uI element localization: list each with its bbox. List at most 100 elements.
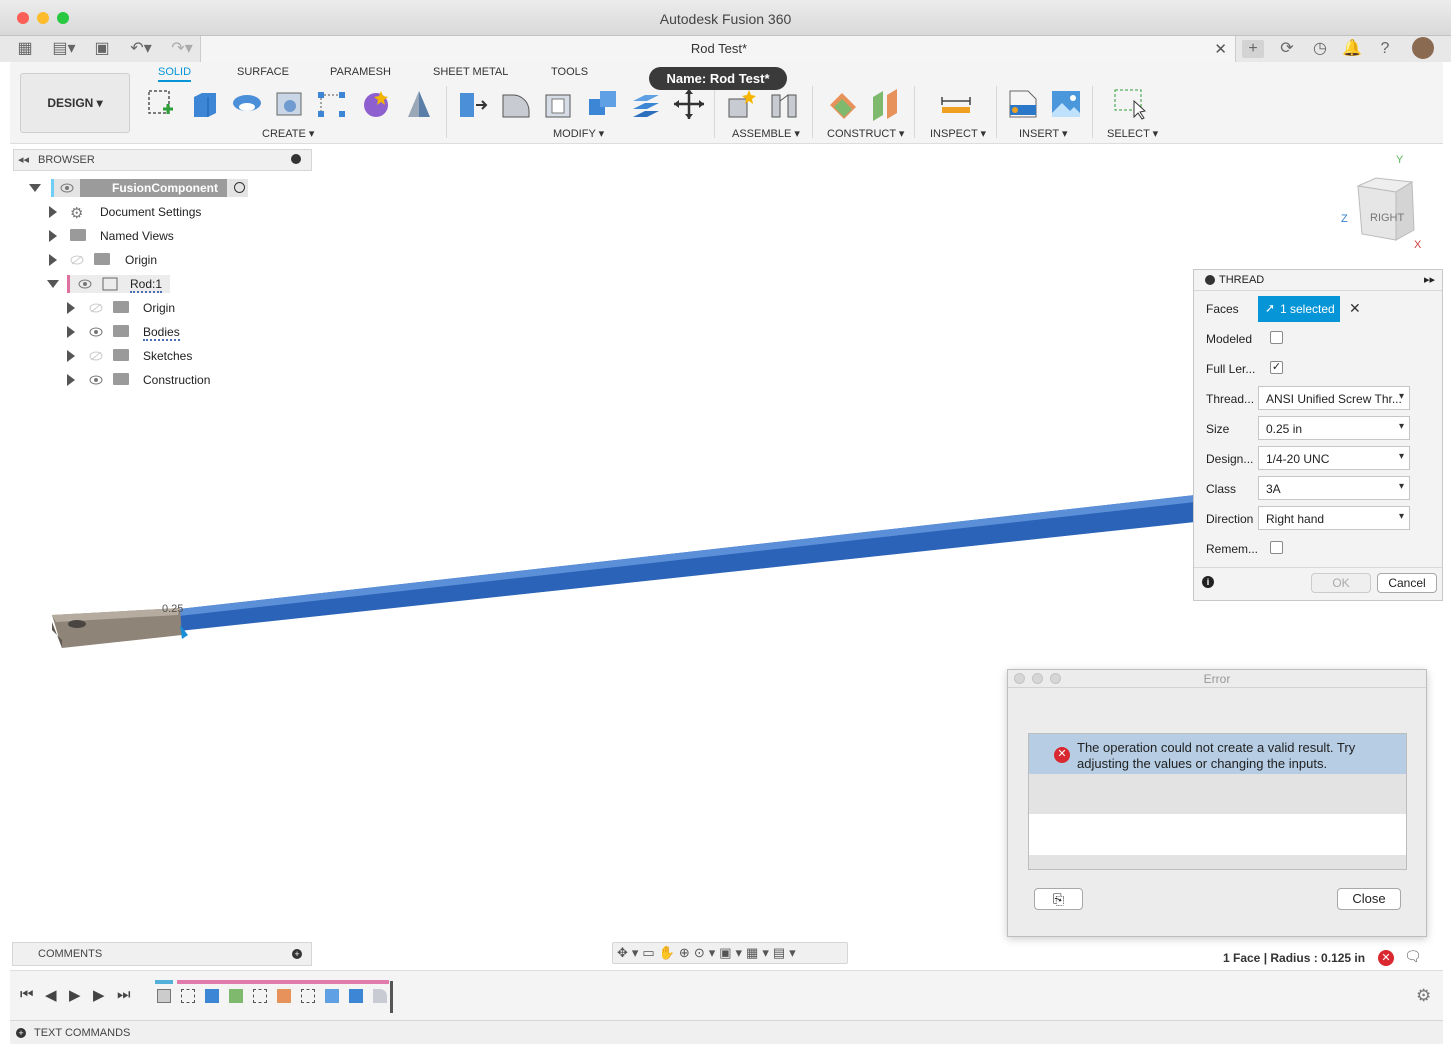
avatar[interactable] bbox=[1412, 37, 1434, 59]
mirror-icon[interactable] bbox=[402, 87, 436, 121]
shell-icon[interactable] bbox=[542, 87, 576, 121]
visibility-eye-icon[interactable] bbox=[89, 375, 103, 385]
expand-dialog-icon[interactable]: ▸▸ bbox=[1424, 273, 1435, 286]
document-tab[interactable]: Rod Test* ✕ bbox=[200, 36, 1236, 62]
extrude-icon[interactable] bbox=[188, 87, 222, 121]
modify-group-label[interactable]: MODIFY ▾ bbox=[553, 127, 604, 140]
activate-component-icon[interactable] bbox=[234, 182, 245, 193]
timeline-feature-icon[interactable] bbox=[157, 989, 171, 1003]
thread-dialog-header[interactable]: THREAD ▸▸ bbox=[1194, 270, 1442, 291]
fit-icon[interactable]: ⊙▾ bbox=[694, 945, 719, 960]
joint-icon[interactable] bbox=[768, 87, 802, 121]
collapse-browser-icon[interactable]: ◂◂ bbox=[18, 153, 29, 166]
assemble-group-label[interactable]: ASSEMBLE ▾ bbox=[732, 127, 800, 140]
timeline-feature-icon[interactable] bbox=[373, 989, 387, 1003]
window-select-icon[interactable] bbox=[1112, 87, 1146, 121]
viewcube[interactable]: RIGHT bbox=[1356, 176, 1416, 242]
tab-paramesh[interactable]: PARAMESH bbox=[330, 66, 391, 78]
viewports-icon[interactable]: ▤▾ bbox=[773, 945, 800, 960]
timeline-feature-icon[interactable] bbox=[325, 989, 339, 1003]
ok-button[interactable]: OK bbox=[1311, 573, 1371, 593]
zoom-icon[interactable]: ⊕ bbox=[679, 945, 694, 960]
copy-button[interactable]: ⎘ bbox=[1034, 888, 1083, 910]
expand-text-commands-icon[interactable]: + bbox=[16, 1028, 26, 1038]
look-at-icon[interactable]: ▭ bbox=[642, 945, 658, 960]
text-commands-bar[interactable]: + TEXT COMMANDS bbox=[10, 1020, 1443, 1044]
hidden-eye-icon[interactable] bbox=[89, 303, 103, 313]
insert-svg-icon[interactable] bbox=[1006, 87, 1040, 121]
tab-solid[interactable]: SOLID bbox=[158, 66, 192, 82]
close-button[interactable]: Close bbox=[1337, 888, 1401, 910]
select-group-label[interactable]: SELECT ▾ bbox=[1107, 127, 1158, 140]
grid-settings-icon[interactable]: ▦▾ bbox=[746, 945, 773, 960]
visibility-eye-icon[interactable] bbox=[89, 327, 103, 337]
orbit-icon[interactable]: ✥▾ bbox=[617, 945, 642, 960]
collapse-icon[interactable] bbox=[47, 280, 59, 288]
size-select[interactable]: 0.25 in bbox=[1258, 416, 1410, 440]
job-status-icon[interactable]: ◷ bbox=[1310, 40, 1330, 58]
expand-icon[interactable] bbox=[49, 230, 57, 242]
timeline-feature-icon[interactable] bbox=[229, 989, 243, 1003]
offset-plane-icon[interactable] bbox=[826, 87, 860, 121]
measure-icon[interactable] bbox=[939, 87, 973, 121]
insert-group-label[interactable]: INSERT ▾ bbox=[1019, 127, 1068, 140]
cancel-button[interactable]: Cancel bbox=[1377, 573, 1437, 593]
move-icon[interactable] bbox=[672, 87, 706, 121]
browser-item-origin[interactable]: Origin bbox=[125, 253, 157, 267]
combine-icon[interactable] bbox=[586, 87, 620, 121]
browser-root-row[interactable]: FusionComponent bbox=[51, 179, 248, 197]
class-select[interactable]: 3A bbox=[1258, 476, 1410, 500]
remember-size-checkbox[interactable] bbox=[1270, 541, 1283, 554]
offset-face-icon[interactable] bbox=[629, 87, 663, 121]
comments-panel[interactable]: COMMENTS + bbox=[12, 942, 312, 966]
timeline-feature-icon[interactable] bbox=[181, 989, 195, 1003]
redo-icon[interactable]: ↷▾ bbox=[168, 40, 196, 58]
timeline-feature-icon[interactable] bbox=[277, 989, 291, 1003]
create-sketch-icon[interactable] bbox=[145, 87, 179, 121]
browser-item-bodies[interactable]: Bodies bbox=[143, 325, 180, 341]
notifications-icon[interactable]: 🔔 bbox=[1342, 40, 1362, 58]
timeline-feature-icon[interactable] bbox=[301, 989, 315, 1003]
error-list-row[interactable]: ✕ The operation could not create a valid… bbox=[1029, 734, 1406, 774]
tab-surface[interactable]: SURFACE bbox=[237, 66, 289, 78]
browser-item-document-settings[interactable]: Document Settings bbox=[100, 205, 201, 219]
timeline-features[interactable] bbox=[155, 987, 393, 1005]
hole-icon[interactable] bbox=[273, 87, 307, 121]
visibility-eye-icon[interactable] bbox=[60, 183, 74, 193]
construct-group-label[interactable]: CONSTRUCT ▾ bbox=[827, 127, 904, 140]
save-icon[interactable]: ▣ bbox=[92, 40, 112, 58]
rod-model[interactable] bbox=[40, 480, 1200, 670]
browser-header[interactable]: ◂◂ BROWSER bbox=[13, 149, 312, 171]
new-component-icon[interactable] bbox=[725, 87, 759, 121]
expand-icon[interactable] bbox=[67, 350, 75, 362]
error-status-icon[interactable]: ✕ bbox=[1378, 950, 1394, 966]
visibility-eye-icon[interactable] bbox=[78, 279, 92, 289]
messages-icon[interactable]: 🗨 bbox=[1404, 948, 1422, 965]
press-pull-icon[interactable] bbox=[456, 87, 490, 121]
close-tab-icon[interactable]: ✕ bbox=[1214, 40, 1227, 58]
modeled-checkbox[interactable] bbox=[1270, 331, 1283, 344]
add-comment-icon[interactable]: + bbox=[292, 949, 302, 959]
undo-icon[interactable]: ↶▾ bbox=[127, 40, 155, 58]
insert-canvas-icon[interactable] bbox=[1049, 87, 1083, 121]
plane-at-angle-icon[interactable] bbox=[869, 87, 903, 121]
tab-sheet-metal[interactable]: SHEET METAL bbox=[433, 66, 508, 78]
pan-icon[interactable]: ✋ bbox=[659, 945, 679, 960]
browser-item-rod-row[interactable]: Rod:1 bbox=[67, 275, 170, 293]
hidden-eye-icon[interactable] bbox=[89, 351, 103, 361]
revolve-icon[interactable] bbox=[230, 87, 264, 121]
timeline-feature-icon[interactable] bbox=[205, 989, 219, 1003]
display-settings-icon[interactable]: ▣▾ bbox=[719, 945, 746, 960]
pattern-icon[interactable] bbox=[315, 87, 349, 121]
timeline-feature-icon[interactable] bbox=[349, 989, 363, 1003]
browser-item-named-views[interactable]: Named Views bbox=[100, 229, 174, 243]
browser-item-origin-child[interactable]: Origin bbox=[143, 301, 175, 315]
collapse-root-icon[interactable] bbox=[29, 184, 41, 192]
expand-icon[interactable] bbox=[67, 326, 75, 338]
browser-item-construction[interactable]: Construction bbox=[143, 373, 210, 387]
expand-icon[interactable] bbox=[49, 206, 57, 218]
go-to-end-icon[interactable]: ⏭ bbox=[117, 986, 131, 1003]
designation-select[interactable]: 1/4-20 UNC bbox=[1258, 446, 1410, 470]
inspect-group-label[interactable]: INSPECT ▾ bbox=[930, 127, 986, 140]
expand-icon[interactable] bbox=[67, 302, 75, 314]
